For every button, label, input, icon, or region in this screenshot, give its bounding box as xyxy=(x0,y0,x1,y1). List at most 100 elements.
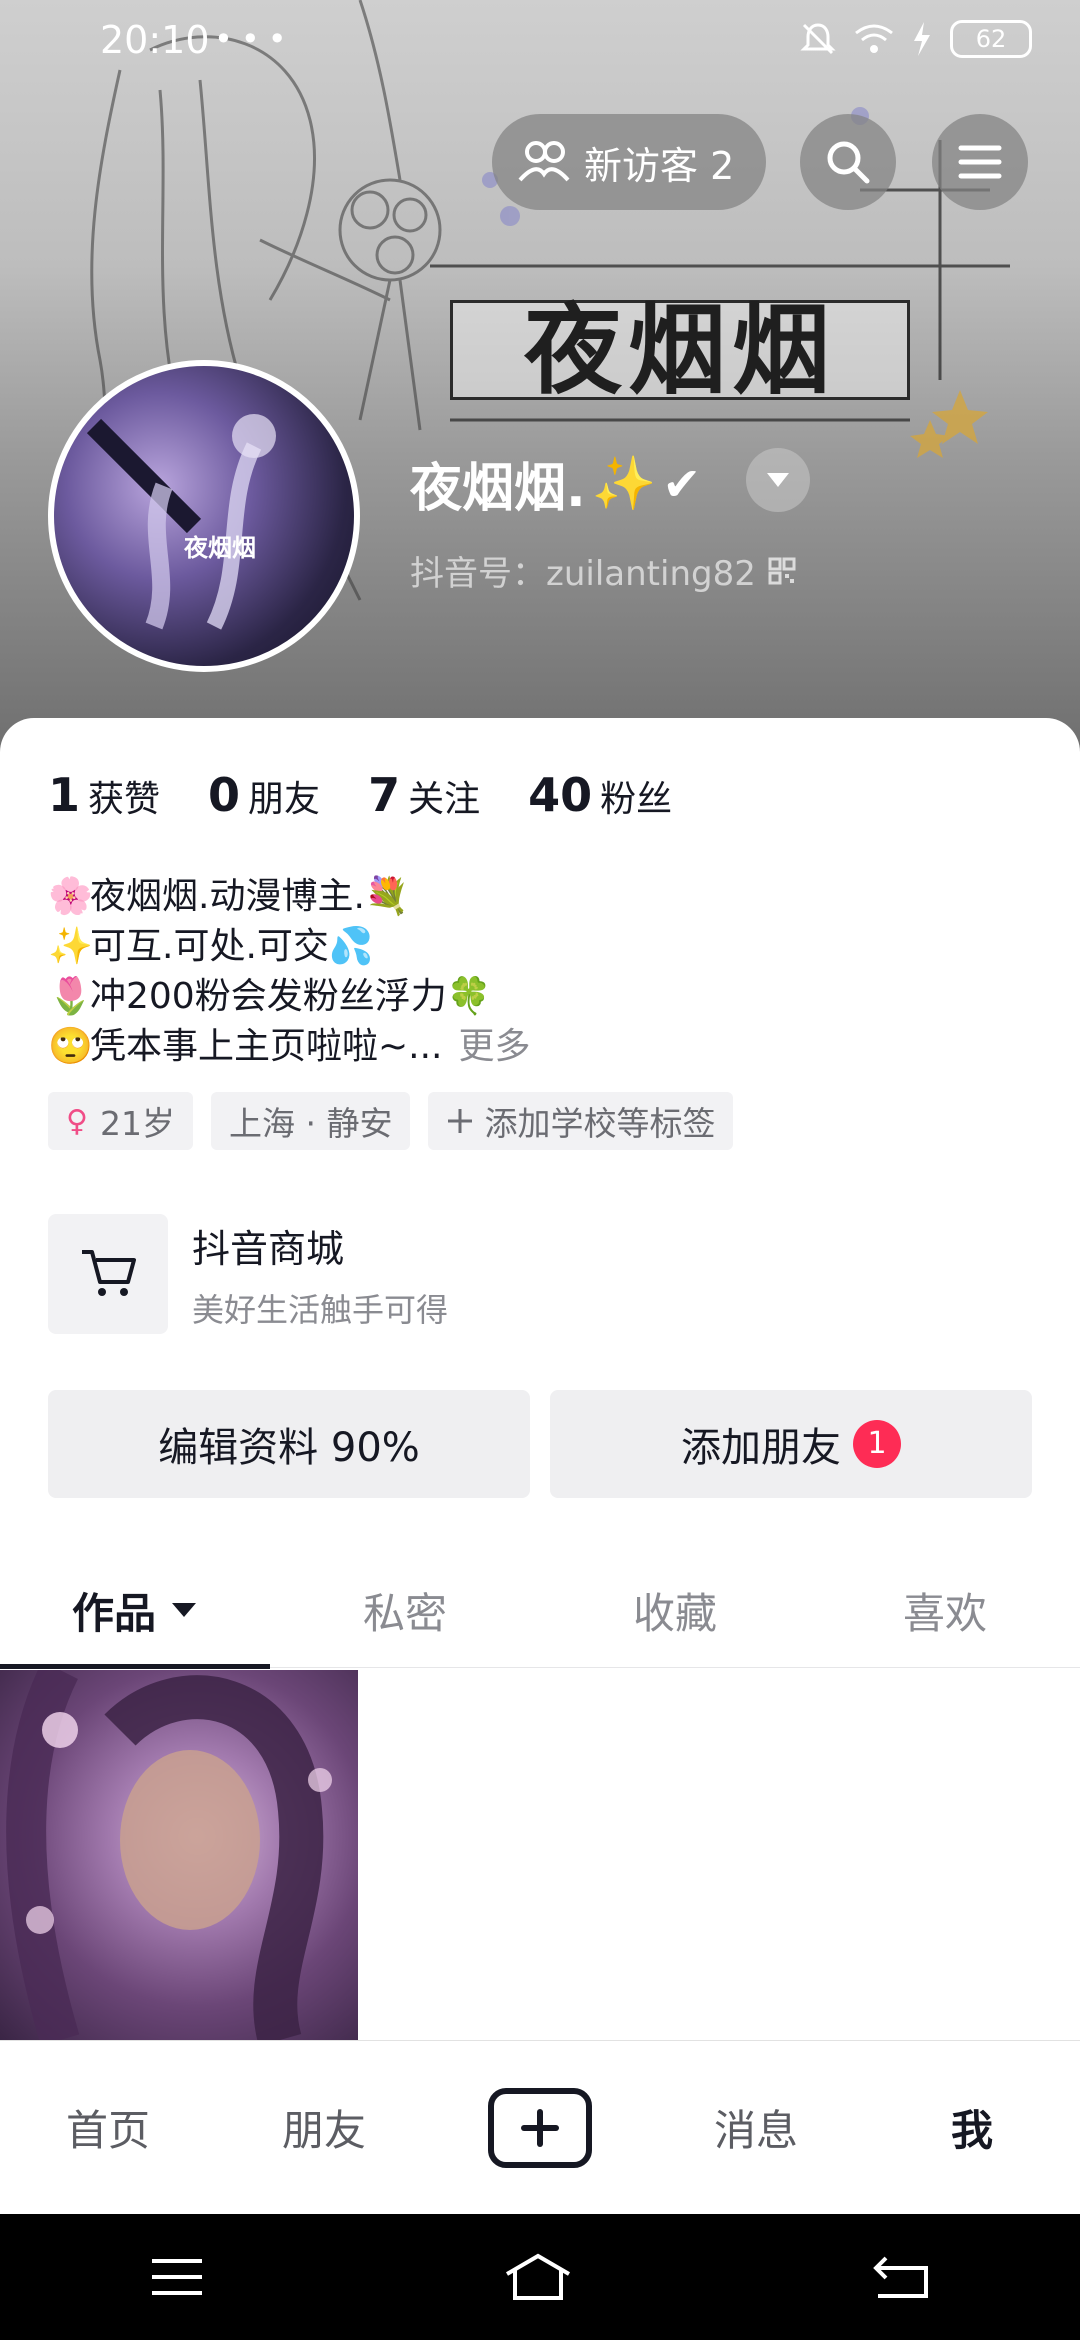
droplets-emoji: 💦 xyxy=(328,926,374,967)
mall-subtitle: 美好生活触手可得 xyxy=(192,1290,449,1329)
douyin-id[interactable]: 抖音号：zuilanting82 xyxy=(410,546,796,595)
profile-card: 1 获赞 0 朋友 7 关注 40 粉丝 🌸 夜烟烟.动漫博主. 💐 ✨ 可互.… xyxy=(0,718,1080,2040)
profile-actions: 编辑资料 90% 添加朋友 1 xyxy=(48,1390,1032,1498)
create-button[interactable] xyxy=(488,2087,592,2168)
stat-following-label: 关注 xyxy=(408,779,481,820)
home-icon[interactable] xyxy=(503,2252,573,2302)
douyin-id-text: 抖音号：zuilanting82 xyxy=(410,554,756,594)
recent-apps-icon[interactable] xyxy=(150,2257,204,2297)
profile-tags: ♀ 21岁 上海 · 静安 添加学校等标签 xyxy=(48,1092,734,1150)
shopping-cart-icon xyxy=(82,1250,136,1296)
stat-followers-count: 40 xyxy=(528,768,593,822)
nav-me[interactable]: 我 xyxy=(864,2097,1080,2158)
cover-calligraphy-title: 夜烟烟 xyxy=(450,300,910,400)
mute-bell-icon xyxy=(800,23,836,55)
nav-messages[interactable]: 消息 xyxy=(648,2097,864,2158)
tag-location-text: 上海 · 静安 xyxy=(228,1104,393,1143)
stat-friends[interactable]: 0 朋友 xyxy=(208,768,320,822)
stat-followers-label: 粉丝 xyxy=(600,779,673,820)
douyin-mall-entry[interactable]: 抖音商城 美好生活触手可得 xyxy=(48,1212,1008,1336)
add-tag-label: 添加学校等标签 xyxy=(484,1104,716,1143)
stat-likes-count: 1 xyxy=(48,768,81,822)
stat-following[interactable]: 7 关注 xyxy=(368,768,480,822)
bio-line-2: ✨ 可互.可处.可交 💦 xyxy=(48,922,1008,972)
female-icon: ♀ xyxy=(66,1103,88,1139)
clover-emoji: 🍀 xyxy=(446,976,492,1017)
sparkles-emoji: ✨ xyxy=(48,926,93,967)
nav-create[interactable] xyxy=(432,2087,648,2168)
account-switch-button[interactable] xyxy=(746,448,810,512)
triangle-down-icon xyxy=(767,473,789,487)
battery-indicator: 62 xyxy=(950,20,1032,58)
tab-favorites-label: 收藏 xyxy=(632,1588,717,1638)
back-icon[interactable] xyxy=(872,2254,930,2300)
tab-private[interactable]: 私密 xyxy=(270,1552,540,1668)
nav-home[interactable]: 首页 xyxy=(0,2097,216,2158)
stat-followers[interactable]: 40 粉丝 xyxy=(528,768,672,822)
bottom-navigation: 首页 朋友 消息 我 xyxy=(0,2040,1080,2214)
stats-row: 1 获赞 0 朋友 7 关注 40 粉丝 xyxy=(48,768,720,822)
avatar-caption: 夜烟烟 xyxy=(184,534,256,562)
tab-likes-label: 喜欢 xyxy=(902,1588,987,1638)
edit-profile-label: 编辑资料 90% xyxy=(158,1425,420,1471)
tag-age-text: 21岁 xyxy=(99,1104,175,1143)
status-bar: 20:10 ••• 62 xyxy=(0,0,1080,84)
tab-works-label: 作品 xyxy=(71,1588,156,1638)
bio-line-3-text: 冲200粉会发粉丝浮力 xyxy=(90,976,447,1017)
tag-location[interactable]: 上海 · 静安 xyxy=(210,1092,411,1150)
profile-name: 夜烟烟. ✨ ✔ xyxy=(410,446,701,521)
add-friends-label: 添加朋友 xyxy=(681,1425,841,1471)
plus-icon xyxy=(448,1109,473,1133)
content-tabs: 作品 私密 收藏 喜欢 xyxy=(0,1552,1080,1669)
search-button[interactable] xyxy=(800,114,896,210)
hamburger-menu-icon xyxy=(958,145,1002,179)
menu-button[interactable] xyxy=(932,114,1028,210)
bio[interactable]: 🌸 夜烟烟.动漫博主. 💐 ✨ 可互.可处.可交 💦 🌷 冲200粉会发粉丝浮力… xyxy=(48,872,1008,1072)
video-thumbnail-image xyxy=(6,1670,332,2040)
eye-roll-emoji: 🙄 xyxy=(48,1026,93,1067)
add-friends-button[interactable]: 添加朋友 1 xyxy=(550,1390,1032,1498)
bio-more-link[interactable]: 更多 xyxy=(459,1022,531,1072)
bio-line-4-text: 凭本事上主页啦啦~... xyxy=(90,1026,443,1067)
tulip-emoji: 🌷 xyxy=(48,976,93,1017)
tab-likes[interactable]: 喜欢 xyxy=(810,1552,1080,1668)
add-tag-button[interactable]: 添加学校等标签 xyxy=(428,1092,734,1150)
bouquet-emoji: 💐 xyxy=(364,876,410,917)
qr-code-icon[interactable] xyxy=(768,557,796,585)
video-thumbnail[interactable] xyxy=(0,1670,358,2040)
new-visitors-button[interactable]: 新访客 2 xyxy=(492,114,766,210)
plus-icon xyxy=(521,2108,559,2147)
bio-line-1: 🌸 夜烟烟.动漫博主. 💐 xyxy=(48,872,1008,922)
caret-down-icon xyxy=(172,1603,196,1617)
stat-following-count: 7 xyxy=(368,768,401,822)
mall-title: 抖音商城 xyxy=(192,1226,345,1271)
tab-favorites[interactable]: 收藏 xyxy=(540,1552,810,1668)
notification-icons: ••• xyxy=(214,20,295,58)
tab-private-label: 私密 xyxy=(362,1588,447,1638)
nav-friends[interactable]: 朋友 xyxy=(216,2097,432,2158)
avatar[interactable]: 夜烟烟 xyxy=(48,360,360,672)
tag-age[interactable]: ♀ 21岁 xyxy=(48,1092,193,1150)
bio-line-3: 🌷 冲200粉会发粉丝浮力 🍀 xyxy=(48,972,1008,1022)
new-visitors-label: 新访客 2 xyxy=(584,143,735,188)
avatar-image xyxy=(86,414,276,630)
charging-icon xyxy=(914,22,930,56)
stat-likes[interactable]: 1 获赞 xyxy=(48,768,160,822)
stat-friends-label: 朋友 xyxy=(248,779,321,820)
search-icon xyxy=(827,141,870,184)
notification-badge: 1 xyxy=(853,1420,901,1468)
bio-line-4: 🙄 凭本事上主页啦啦~... 更多 xyxy=(48,1022,1008,1072)
stat-friends-count: 0 xyxy=(208,768,241,822)
profile-name-text: 夜烟烟. xyxy=(410,459,586,519)
stat-likes-label: 获赞 xyxy=(88,779,161,820)
visitors-icon xyxy=(518,141,570,182)
bio-line-2-text: 可互.可处.可交 xyxy=(90,926,329,967)
sparkle-emoji: ✨ xyxy=(591,454,657,514)
cherry-blossom-emoji: 🌸 xyxy=(48,876,93,917)
wifi-icon xyxy=(855,24,893,53)
system-navigation-bar xyxy=(0,2214,1080,2340)
tab-works[interactable]: 作品 xyxy=(0,1552,270,1669)
bio-line-1-text: 夜烟烟.动漫博主. xyxy=(90,876,365,917)
edit-profile-button[interactable]: 编辑资料 90% xyxy=(48,1390,530,1498)
check-emoji: ✔ xyxy=(662,456,702,511)
